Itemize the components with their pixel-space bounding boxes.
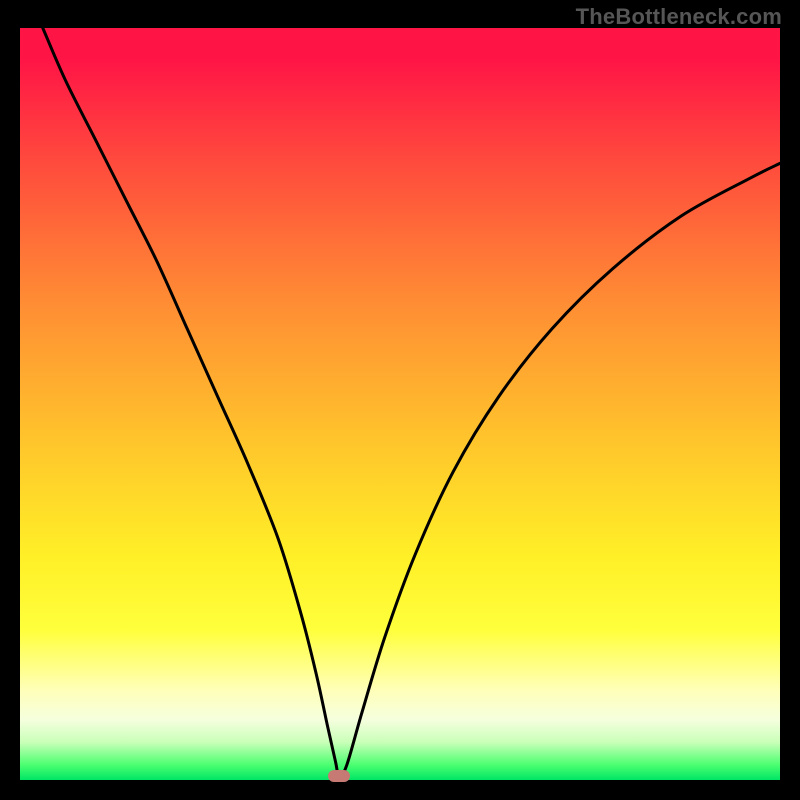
minimum-marker bbox=[328, 770, 350, 782]
watermark-text: TheBottleneck.com bbox=[576, 4, 782, 30]
plot-area bbox=[20, 28, 780, 780]
chart-frame: TheBottleneck.com bbox=[0, 0, 800, 800]
curve-layer bbox=[20, 28, 780, 780]
bottleneck-curve bbox=[43, 28, 780, 776]
